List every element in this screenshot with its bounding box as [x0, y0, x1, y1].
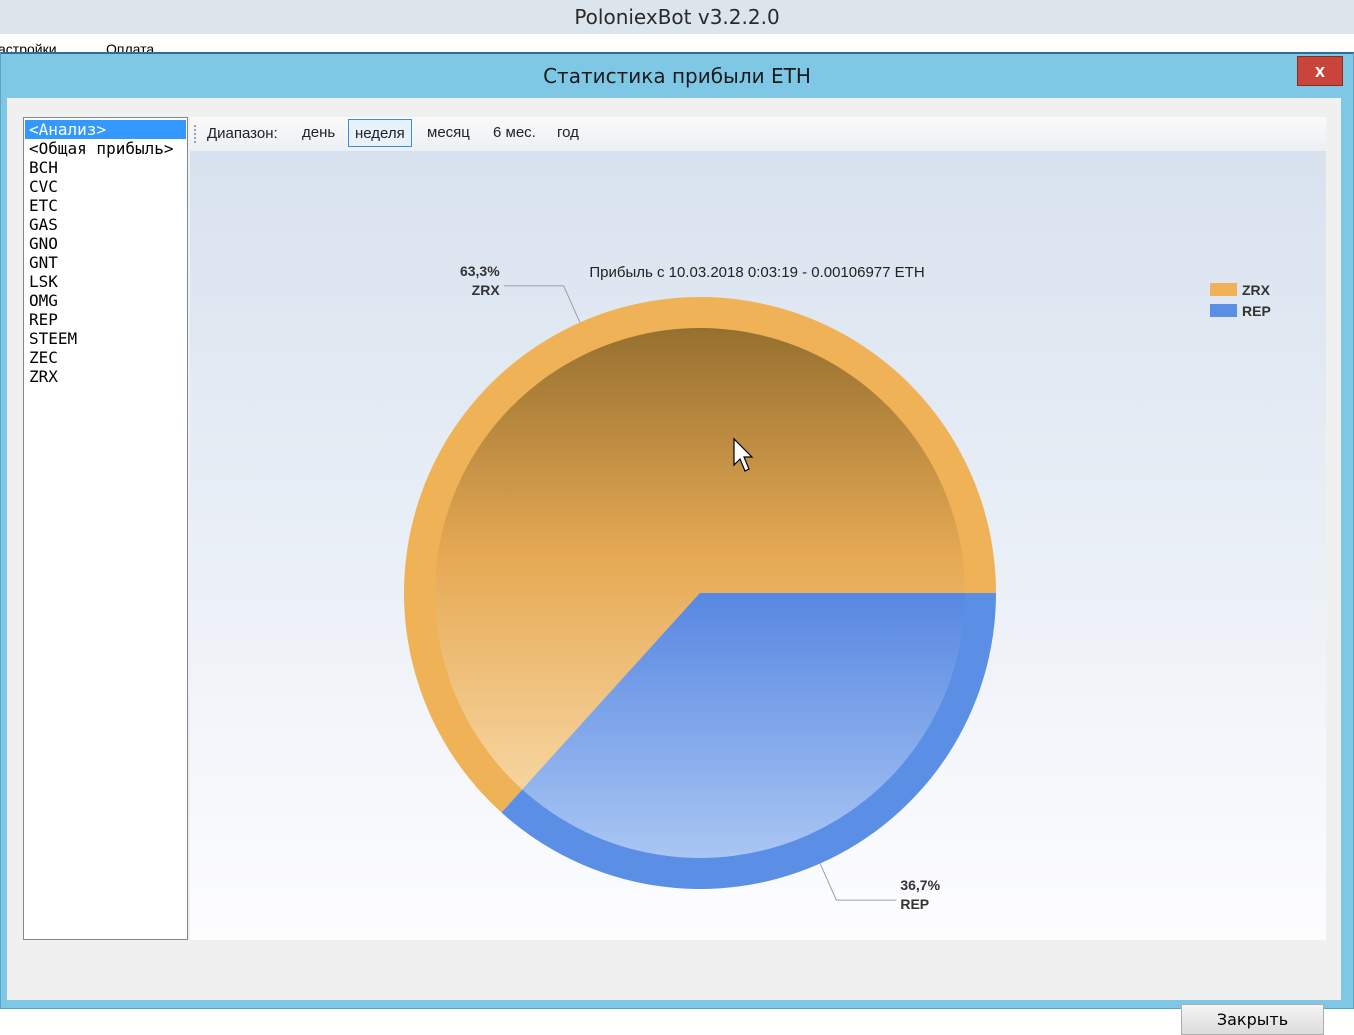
range-week-button[interactable]: неделя: [348, 119, 412, 147]
list-item[interactable]: GAS: [25, 215, 186, 234]
list-item[interactable]: GNT: [25, 253, 186, 272]
pie-chart-area: Прибыль с 10.03.2018 0:03:19 - 0.0010697…: [190, 151, 1326, 940]
callout-line-zrx: [503, 285, 581, 323]
app-title: PoloniexBot v3.2.2.0: [574, 5, 780, 29]
data-label-rep-name: REP: [900, 896, 929, 912]
profit-stats-dialog: Статистика прибыли ETH x <Анализ> <Общая …: [0, 52, 1354, 1035]
list-item[interactable]: REP: [25, 310, 186, 329]
currency-list[interactable]: <Анализ> <Общая прибыль> BCH CVC ETC GAS GNO GN…: [23, 117, 188, 940]
list-item[interactable]: OMG: [25, 291, 186, 310]
range-6months-button[interactable]: 6 мес.: [487, 119, 542, 147]
list-item[interactable]: GNO: [25, 234, 186, 253]
list-item[interactable]: LSK: [25, 272, 186, 291]
callout-line-rep: [819, 863, 897, 901]
list-item[interactable]: <Анализ>: [25, 120, 186, 139]
list-item[interactable]: BCH: [25, 158, 186, 177]
list-item[interactable]: ETC: [25, 196, 186, 215]
range-day-button[interactable]: день: [296, 119, 341, 147]
close-icon[interactable]: x: [1297, 56, 1343, 86]
list-item[interactable]: ZRX: [25, 367, 186, 386]
list-item[interactable]: ZEC: [25, 348, 186, 367]
range-month-button[interactable]: месяц: [421, 119, 476, 147]
list-item[interactable]: STEEM: [25, 329, 186, 348]
legend-label-rep: REP: [1242, 303, 1271, 319]
range-label: Диапазон:: [207, 125, 278, 142]
toolbar-grip-icon: [194, 125, 199, 143]
legend-swatch-zrx: [1210, 283, 1237, 296]
close-button[interactable]: Закрыть: [1181, 1004, 1324, 1035]
pie-chart: Прибыль с 10.03.2018 0:03:19 - 0.0010697…: [404, 263, 1271, 912]
app-title-bar: PoloniexBot v3.2.2.0: [0, 0, 1354, 34]
dialog-title: Статистика прибыли ETH: [543, 64, 811, 88]
chart-legend: ZRX REP: [1210, 282, 1271, 319]
range-year-button[interactable]: год: [551, 119, 585, 147]
list-item[interactable]: CVC: [25, 177, 186, 196]
data-label-zrx-label: 63,3%: [460, 263, 500, 279]
dialog-client-area: <Анализ> <Общая прибыль> BCH CVC ETC GAS GNO GN…: [7, 98, 1341, 1035]
list-item[interactable]: <Общая прибыль>: [25, 139, 186, 158]
legend-label-zrx: ZRX: [1242, 282, 1271, 298]
data-label-zrx-name: ZRX: [472, 282, 501, 298]
legend-swatch-rep: [1210, 304, 1237, 317]
data-label-rep-label: 36,7%: [900, 877, 940, 893]
main-menu-bar: астройки Оплата: [0, 34, 1354, 54]
range-toolbar: Диапазон: день неделя месяц 6 мес. год: [190, 117, 1326, 152]
chart-title: Прибыль с 10.03.2018 0:03:19 - 0.0010697…: [589, 264, 924, 281]
